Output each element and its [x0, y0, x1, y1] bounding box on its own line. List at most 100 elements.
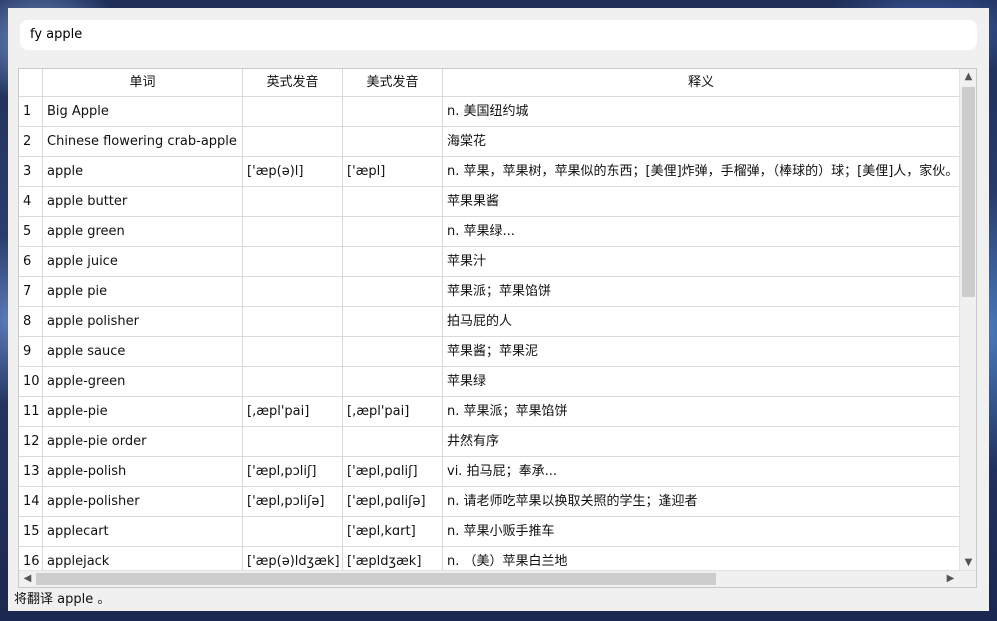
definition-cell[interactable]: n. 苹果小贩手推车 — [443, 517, 959, 547]
us-pron-cell[interactable] — [343, 277, 443, 307]
word-cell[interactable]: apple butter — [43, 187, 243, 217]
us-pron-cell[interactable] — [343, 367, 443, 397]
column-header-uk-pron[interactable]: 英式发音 — [243, 69, 343, 97]
table-row[interactable]: 13 apple-polish ['æpl,pɔliʃ] ['æpl,pɑliʃ… — [19, 457, 959, 487]
us-pron-cell[interactable] — [343, 427, 443, 457]
table-row[interactable]: 12 apple-pie order 井然有序 — [19, 427, 959, 457]
word-cell[interactable]: apple-green — [43, 367, 243, 397]
column-header-index[interactable] — [19, 69, 43, 97]
table-row[interactable]: 1 Big Apple n. 美国纽约城 — [19, 97, 959, 127]
table-row[interactable]: 6 apple juice 苹果汁 — [19, 247, 959, 277]
us-pron-cell[interactable]: ['æpl,pɑliʃə] — [343, 487, 443, 517]
scroll-left-icon[interactable]: ◀ — [19, 571, 36, 587]
row-index: 2 — [19, 127, 43, 157]
row-index: 4 — [19, 187, 43, 217]
uk-pron-cell[interactable] — [243, 337, 343, 367]
uk-pron-cell[interactable]: [,æpl'pai] — [243, 397, 343, 427]
table-row[interactable]: 3 apple ['æp(ə)l] ['æpl] n. 苹果，苹果树，苹果似的东… — [19, 157, 959, 187]
row-index: 6 — [19, 247, 43, 277]
app-window: fy apple 单词 英式发音 美式发音 释义 1 Big Apple n. … — [8, 8, 989, 611]
us-pron-cell[interactable]: ['æpl,kɑrt] — [343, 517, 443, 547]
us-pron-cell[interactable]: ['æpl,pɑliʃ] — [343, 457, 443, 487]
definition-cell[interactable]: 苹果汁 — [443, 247, 959, 277]
row-index: 10 — [19, 367, 43, 397]
us-pron-cell[interactable]: [,æpl'pai] — [343, 397, 443, 427]
uk-pron-cell[interactable] — [243, 187, 343, 217]
us-pron-cell[interactable] — [343, 127, 443, 157]
uk-pron-cell[interactable] — [243, 427, 343, 457]
row-index: 8 — [19, 307, 43, 337]
table-row[interactable]: 2 Chinese flowering crab-apple 海棠花 — [19, 127, 959, 157]
uk-pron-cell[interactable] — [243, 127, 343, 157]
column-header-us-pron[interactable]: 美式发音 — [343, 69, 443, 97]
word-cell[interactable]: apple polisher — [43, 307, 243, 337]
uk-pron-cell[interactable]: ['æpl,pɔliʃə] — [243, 487, 343, 517]
uk-pron-cell[interactable] — [243, 97, 343, 127]
word-cell[interactable]: apple-polish — [43, 457, 243, 487]
column-header-word[interactable]: 单词 — [43, 69, 243, 97]
vertical-scroll-thumb[interactable] — [962, 87, 975, 297]
definition-cell[interactable]: vi. 拍马屁；奉承... — [443, 457, 959, 487]
us-pron-cell[interactable] — [343, 217, 443, 247]
uk-pron-cell[interactable] — [243, 247, 343, 277]
word-cell[interactable]: applecart — [43, 517, 243, 547]
definition-cell[interactable]: n. 苹果，苹果树，苹果似的东西；[美俚]炸弹，手榴弹，（棒球的）球；[美俚]人… — [443, 157, 959, 187]
definition-cell[interactable]: n. 苹果派；苹果馅饼 — [443, 397, 959, 427]
horizontal-scrollbar[interactable]: ◀ ▶ — [19, 570, 976, 587]
word-cell[interactable]: apple pie — [43, 277, 243, 307]
definition-cell[interactable]: 苹果果酱 — [443, 187, 959, 217]
table-row[interactable]: 8 apple polisher 拍马屁的人 — [19, 307, 959, 337]
us-pron-cell[interactable]: ['æpl] — [343, 157, 443, 187]
row-index: 12 — [19, 427, 43, 457]
us-pron-cell[interactable] — [343, 247, 443, 277]
uk-pron-cell[interactable]: ['æp(ə)l] — [243, 157, 343, 187]
table-row[interactable]: 5 apple green n. 苹果绿... — [19, 217, 959, 247]
word-cell[interactable]: apple sauce — [43, 337, 243, 367]
table-row[interactable]: 4 apple butter 苹果果酱 — [19, 187, 959, 217]
table-row[interactable]: 11 apple-pie [,æpl'pai] [,æpl'pai] n. 苹果… — [19, 397, 959, 427]
word-cell[interactable]: apple-pie order — [43, 427, 243, 457]
uk-pron-cell[interactable] — [243, 277, 343, 307]
table-row[interactable]: 9 apple sauce 苹果酱；苹果泥 — [19, 337, 959, 367]
word-cell[interactable]: Big Apple — [43, 97, 243, 127]
uk-pron-cell[interactable]: ['æpl,pɔliʃ] — [243, 457, 343, 487]
table-row[interactable]: 10 apple-green 苹果绿 — [19, 367, 959, 397]
table-row[interactable]: 14 apple-polisher ['æpl,pɔliʃə] ['æpl,pɑ… — [19, 487, 959, 517]
scroll-down-icon[interactable]: ▼ — [960, 555, 976, 571]
word-cell[interactable]: apple — [43, 157, 243, 187]
word-cell[interactable]: apple green — [43, 217, 243, 247]
us-pron-cell[interactable] — [343, 187, 443, 217]
uk-pron-cell[interactable] — [243, 517, 343, 547]
definition-cell[interactable]: 苹果酱；苹果泥 — [443, 337, 959, 367]
definition-cell[interactable]: 井然有序 — [443, 427, 959, 457]
word-cell[interactable]: apple-pie — [43, 397, 243, 427]
scroll-right-icon[interactable]: ▶ — [942, 571, 959, 587]
vertical-scrollbar[interactable]: ▲ ▼ — [959, 69, 976, 571]
uk-pron-cell[interactable] — [243, 217, 343, 247]
word-cell[interactable]: Chinese flowering crab-apple — [43, 127, 243, 157]
column-header-definition[interactable]: 释义 — [443, 69, 959, 97]
uk-pron-cell[interactable] — [243, 367, 343, 397]
row-index: 14 — [19, 487, 43, 517]
us-pron-cell[interactable] — [343, 337, 443, 367]
definition-cell[interactable]: 拍马屁的人 — [443, 307, 959, 337]
row-index: 5 — [19, 217, 43, 247]
us-pron-cell[interactable] — [343, 307, 443, 337]
row-index: 11 — [19, 397, 43, 427]
word-cell[interactable]: apple-polisher — [43, 487, 243, 517]
definition-cell[interactable]: n. 苹果绿... — [443, 217, 959, 247]
row-index: 3 — [19, 157, 43, 187]
definition-cell[interactable]: n. 美国纽约城 — [443, 97, 959, 127]
search-input[interactable]: fy apple — [20, 20, 977, 50]
definition-cell[interactable]: n. 请老师吃苹果以换取关照的学生；逢迎者 — [443, 487, 959, 517]
uk-pron-cell[interactable] — [243, 307, 343, 337]
table-row[interactable]: 15 applecart ['æpl,kɑrt] n. 苹果小贩手推车 — [19, 517, 959, 547]
word-cell[interactable]: apple juice — [43, 247, 243, 277]
table-row[interactable]: 7 apple pie 苹果派；苹果馅饼 — [19, 277, 959, 307]
definition-cell[interactable]: 海棠花 — [443, 127, 959, 157]
us-pron-cell[interactable] — [343, 97, 443, 127]
definition-cell[interactable]: 苹果绿 — [443, 367, 959, 397]
scroll-up-icon[interactable]: ▲ — [960, 69, 976, 85]
definition-cell[interactable]: 苹果派；苹果馅饼 — [443, 277, 959, 307]
horizontal-scroll-thumb[interactable] — [36, 573, 716, 585]
